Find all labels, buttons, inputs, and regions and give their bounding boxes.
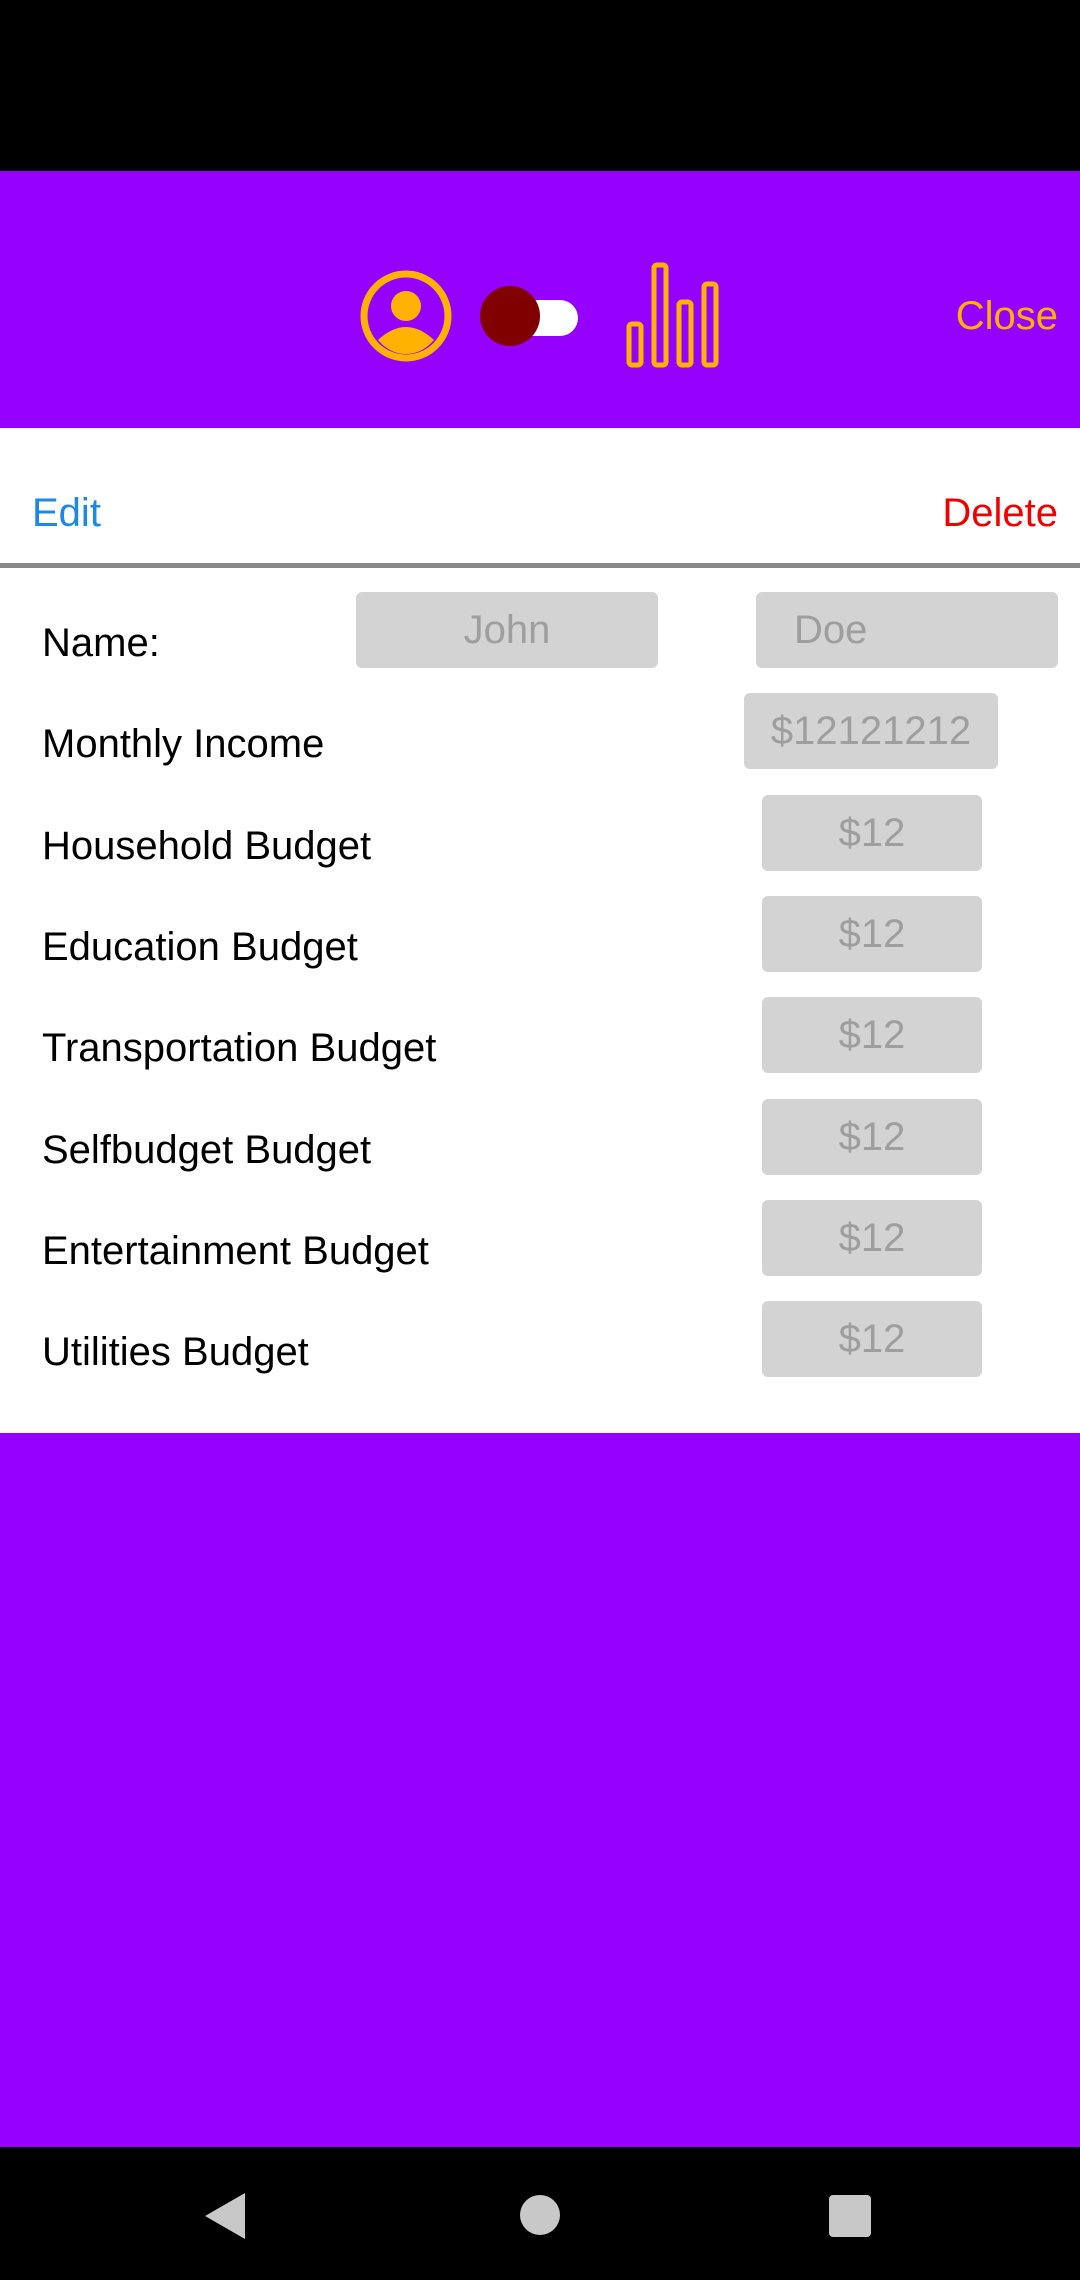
household-budget-field[interactable]: $12 bbox=[762, 795, 982, 871]
monthly-income-label: Monthly Income bbox=[42, 722, 325, 766]
entertainment-budget-field[interactable]: $12 bbox=[762, 1200, 982, 1276]
close-button[interactable]: Close bbox=[956, 291, 1058, 341]
back-triangle-icon[interactable] bbox=[205, 2193, 245, 2239]
entertainment-budget-label: Entertainment Budget bbox=[42, 1229, 429, 1273]
transportation-budget-field[interactable]: $12 bbox=[762, 997, 982, 1073]
action-row: Edit Delete bbox=[0, 428, 1080, 563]
account-circle-icon[interactable] bbox=[358, 268, 454, 364]
education-budget-label: Education Budget bbox=[42, 925, 358, 969]
mode-toggle[interactable] bbox=[480, 286, 580, 346]
app-screen: Close Edit Delete Name: John Doe Monthly… bbox=[0, 0, 1080, 2280]
transportation-budget-label: Transportation Budget bbox=[42, 1026, 437, 1070]
utilities-budget-label: Utilities Budget bbox=[42, 1330, 309, 1374]
navigation-bar bbox=[0, 2147, 1080, 2280]
last-name-field[interactable]: Doe bbox=[756, 592, 1058, 668]
bar-chart-icon[interactable] bbox=[626, 262, 720, 368]
household-budget-label: Household Budget bbox=[42, 824, 372, 868]
budget-card: Edit Delete Name: John Doe Monthly Incom… bbox=[0, 428, 1080, 1433]
recents-square-icon[interactable] bbox=[829, 2195, 871, 2237]
selfbudget-budget-field[interactable]: $12 bbox=[762, 1099, 982, 1175]
edit-button[interactable]: Edit bbox=[32, 488, 101, 538]
delete-button[interactable]: Delete bbox=[942, 488, 1058, 538]
divider bbox=[0, 563, 1080, 568]
home-circle-icon[interactable] bbox=[520, 2195, 560, 2235]
monthly-income-field[interactable]: $12121212 bbox=[744, 693, 998, 769]
selfbudget-budget-label: Selfbudget Budget bbox=[42, 1128, 372, 1172]
toggle-thumb bbox=[480, 286, 540, 346]
first-name-field[interactable]: John bbox=[356, 592, 658, 668]
utilities-budget-field[interactable]: $12 bbox=[762, 1301, 982, 1377]
name-label: Name: bbox=[42, 621, 160, 665]
status-bar bbox=[0, 0, 1080, 171]
education-budget-field[interactable]: $12 bbox=[762, 896, 982, 972]
